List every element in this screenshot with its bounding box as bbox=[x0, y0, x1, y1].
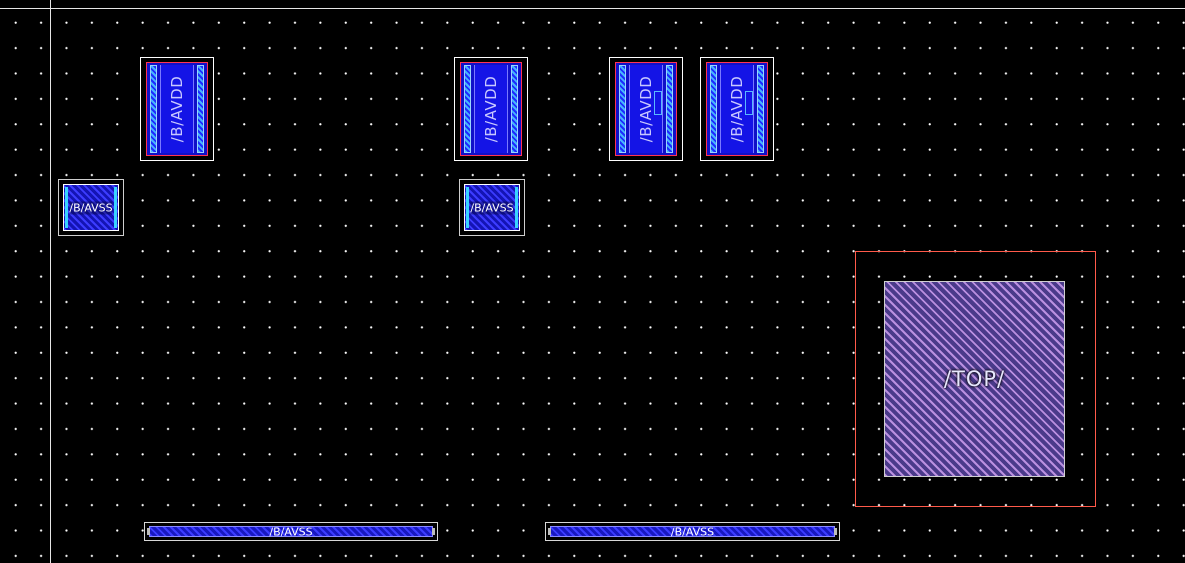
avdd-cell[interactable]: /B/AVDD bbox=[609, 57, 683, 161]
pin-marker bbox=[745, 91, 753, 115]
via-stripe bbox=[619, 65, 626, 153]
avss-rail-label: /B/AVSS bbox=[670, 525, 715, 538]
via-stripe bbox=[511, 65, 518, 153]
top-cell-label: /TOP/ bbox=[943, 367, 1006, 391]
top-cell[interactable]: /TOP/ bbox=[884, 281, 1065, 477]
avss-rail-label: /B/AVSS bbox=[269, 525, 313, 538]
avdd-cell-body: /B/AVDD bbox=[706, 62, 768, 156]
via-stripe bbox=[515, 187, 518, 228]
avdd-cell-label: /B/AVDD bbox=[637, 75, 655, 143]
x-axis-line bbox=[0, 8, 1185, 9]
avss-rail[interactable]: /B/AVSS bbox=[144, 522, 438, 541]
via-stripe bbox=[666, 65, 673, 153]
via-stripe bbox=[150, 65, 157, 153]
rail-end-marker bbox=[432, 528, 435, 535]
avdd-cell-label: /B/AVDD bbox=[482, 75, 500, 143]
via-stripe bbox=[114, 187, 117, 228]
avss-cell[interactable]: /B/AVSS bbox=[58, 179, 124, 236]
y-axis-line bbox=[50, 0, 51, 563]
avss-cell-body: /B/AVSS bbox=[464, 184, 520, 231]
via-stripe bbox=[197, 65, 204, 153]
layout-canvas[interactable]: /B/AVDD /B/AVDD /B/AVDD /B/AVDD /B/AVSS … bbox=[0, 0, 1185, 563]
via-stripe bbox=[466, 187, 469, 228]
rail-end-marker bbox=[834, 528, 837, 535]
avdd-cell[interactable]: /B/AVDD bbox=[140, 57, 214, 161]
rail-end-marker bbox=[147, 528, 150, 535]
via-stripe bbox=[65, 187, 68, 228]
avss-cell-body: /B/AVSS bbox=[63, 184, 119, 231]
pin-marker bbox=[654, 91, 662, 115]
avdd-cell-body: /B/AVDD bbox=[615, 62, 677, 156]
via-stripe bbox=[757, 65, 764, 153]
avss-cell[interactable]: /B/AVSS bbox=[459, 179, 525, 236]
avdd-cell-body: /B/AVDD bbox=[146, 62, 208, 156]
avdd-cell[interactable]: /B/AVDD bbox=[700, 57, 774, 161]
avdd-cell[interactable]: /B/AVDD bbox=[454, 57, 528, 161]
avss-rail[interactable]: /B/AVSS bbox=[545, 522, 840, 541]
avdd-cell-label: /B/AVDD bbox=[168, 75, 186, 143]
via-stripe bbox=[464, 65, 471, 153]
avss-cell-label: /B/AVSS bbox=[69, 201, 113, 214]
avss-cell-label: /B/AVSS bbox=[470, 201, 514, 214]
via-stripe bbox=[710, 65, 717, 153]
avdd-cell-body: /B/AVDD bbox=[460, 62, 522, 156]
rail-end-marker bbox=[548, 528, 551, 535]
avdd-cell-label: /B/AVDD bbox=[728, 75, 746, 143]
